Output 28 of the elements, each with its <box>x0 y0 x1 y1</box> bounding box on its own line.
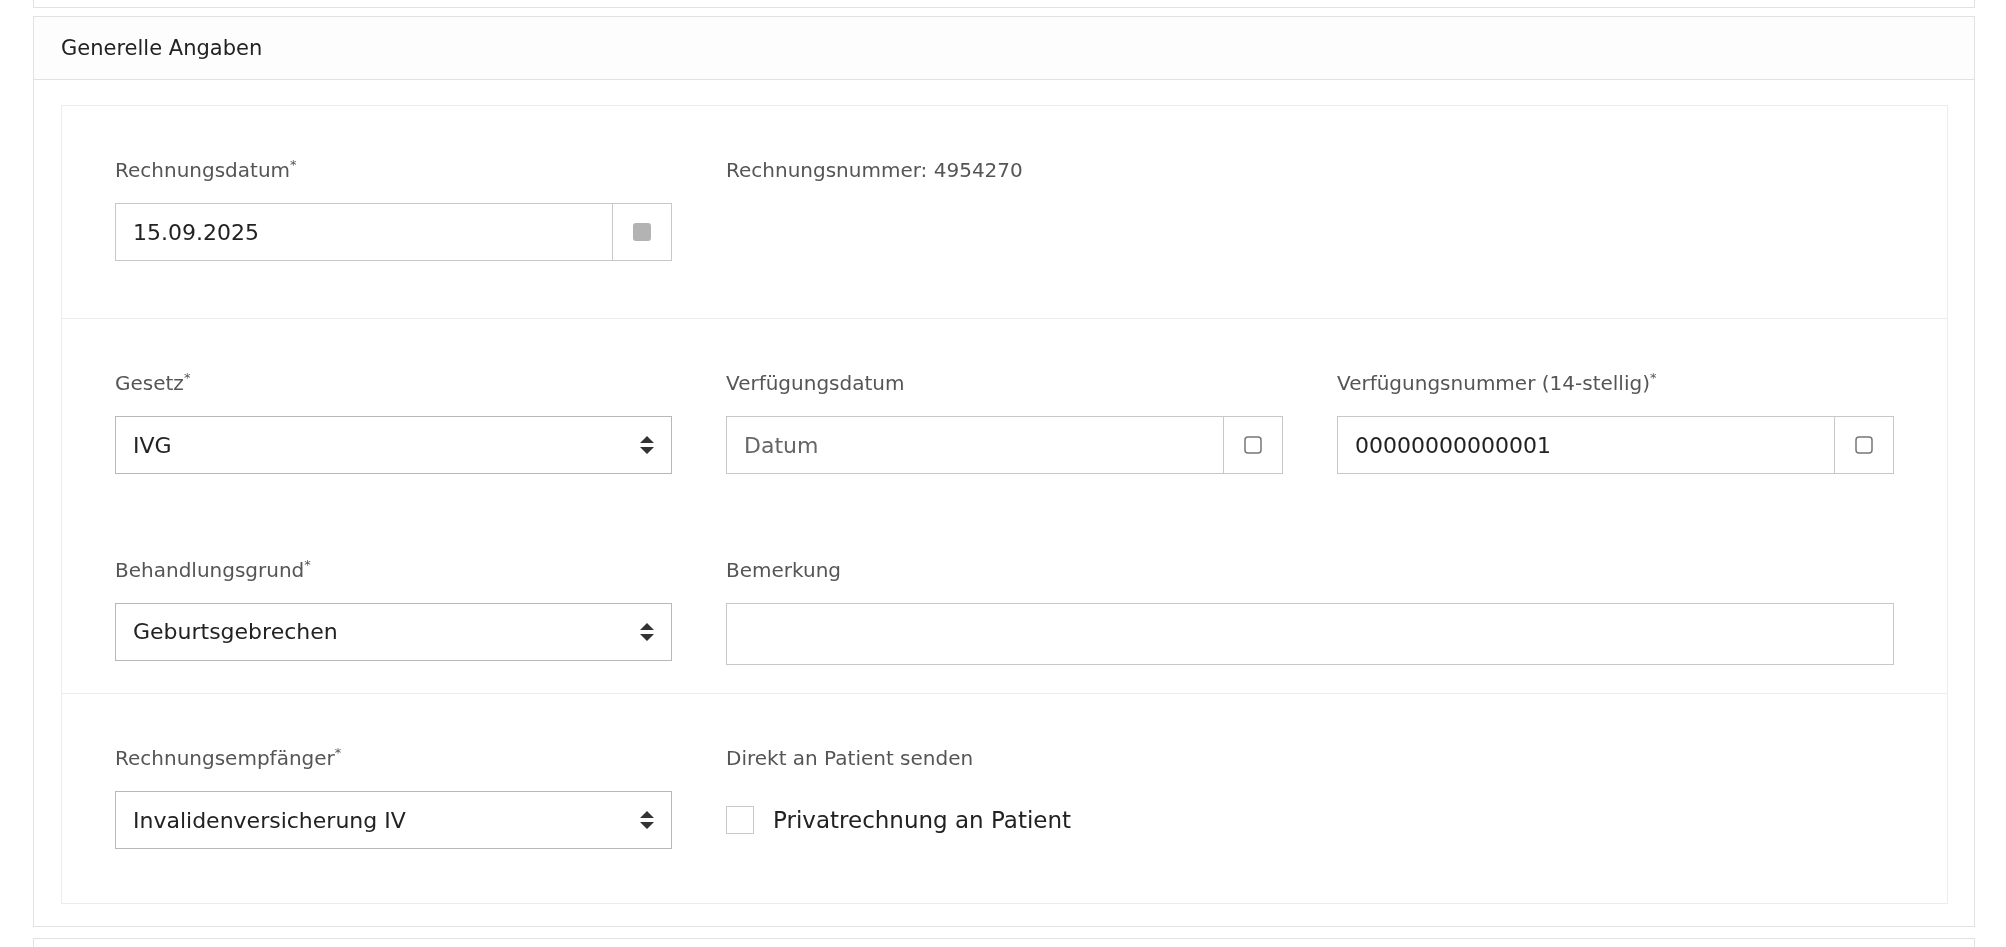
square-icon <box>1855 436 1873 454</box>
select-field[interactable]: Invalidenversicherung IV <box>115 791 672 849</box>
square-icon <box>1244 436 1262 454</box>
calendar-button[interactable] <box>1224 416 1283 474</box>
sort-caret-icon <box>640 811 654 829</box>
field-label: Bemerkung <box>726 556 842 583</box>
date-field[interactable]: 15.09.2025 <box>115 203 613 261</box>
input-field[interactable]: 00000000000001 <box>1337 416 1835 474</box>
remark-field[interactable] <box>726 602 1894 665</box>
select-field[interactable]: Geburtsgebrechen <box>115 602 672 661</box>
panel-title: Generelle Angaben <box>61 36 263 60</box>
calendar-button[interactable] <box>1835 416 1894 474</box>
field-label: Verfügungsdatum <box>726 370 905 396</box>
invoice-number-text: Rechnungsnummer: 4954270 <box>726 157 1024 183</box>
sort-caret-icon <box>640 622 654 641</box>
field-label: Rechnungsdatum$^{*}$ <box>115 157 297 183</box>
field-label: Gesetz$^{*}$ <box>115 370 191 396</box>
input-field[interactable]: Datum <box>726 416 1224 474</box>
sort-caret-icon <box>640 436 654 454</box>
field-label: Verfügungsnummer (14-stellig)$^{*}$ <box>1337 370 1657 396</box>
field-label: Direkt an Patient senden <box>726 745 974 771</box>
square-icon <box>633 223 651 241</box>
calendar-button[interactable] <box>613 203 672 261</box>
select-field[interactable]: IVG <box>115 416 672 474</box>
field-label: Behandlungsgrund$^{*}$ <box>115 556 311 583</box>
checkbox[interactable] <box>726 806 754 834</box>
checkbox-label[interactable]: Privatrechnung an Patient <box>773 807 1072 833</box>
field-label: Rechnungsempfänger$^{*}$ <box>115 745 342 771</box>
